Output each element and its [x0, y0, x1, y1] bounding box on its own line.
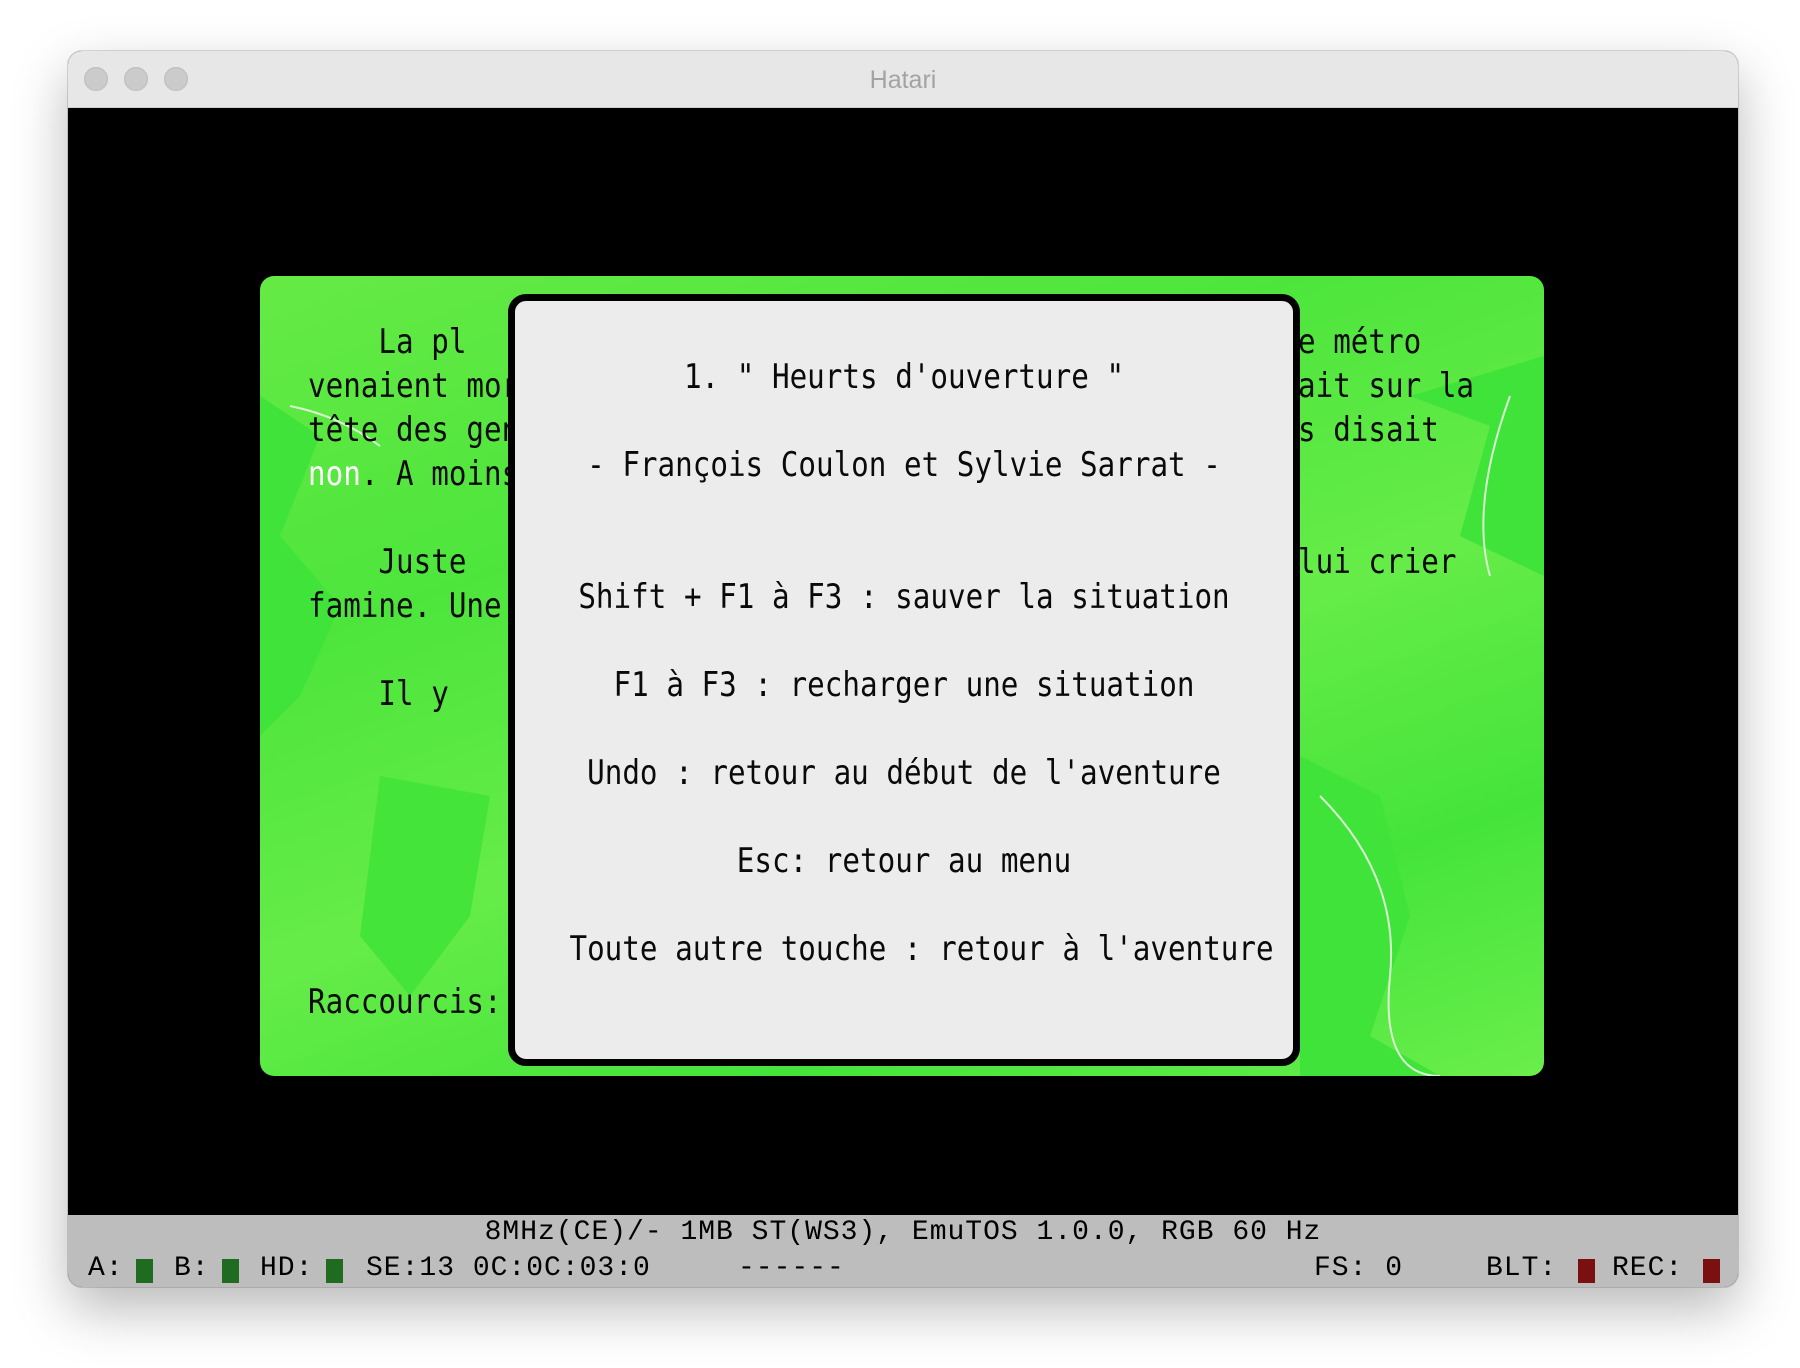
track-position: SE:13 0C:0C:03:0	[366, 1253, 651, 1284]
frame-skip: FS: 0	[1314, 1253, 1404, 1284]
shortcut-save: Shift + F1 à F3 : sauver la situation	[578, 577, 1230, 617]
background-right-line-4: lui crier	[1298, 542, 1457, 582]
background-right-line-1: e métro	[1298, 322, 1422, 362]
background-line-1: La pl	[308, 322, 467, 362]
drive-a-label: A:	[88, 1253, 124, 1284]
background-right-line-3: s disait	[1298, 410, 1439, 450]
background-line-5: Juste	[308, 542, 467, 582]
blitter-led	[1578, 1259, 1595, 1283]
emulator-screen[interactable]: La pl venaient mor tête des gen non. A m…	[68, 108, 1738, 1215]
blitter-label: BLT:	[1486, 1253, 1558, 1284]
background-line-3: tête des gen	[308, 410, 520, 450]
background-right-line-2: ait sur la	[1298, 366, 1475, 406]
background-line-4: non. A moins	[308, 454, 520, 494]
background-line-2: venaient mor	[308, 366, 520, 406]
status-dashes: ------	[738, 1253, 845, 1284]
dialog-title: 1. " Heurts d'ouverture "	[683, 357, 1125, 397]
highlighted-word[interactable]: non	[308, 454, 361, 494]
shortcut-load: F1 à F3 : recharger une situation	[613, 665, 1195, 705]
hd-label: HD:	[260, 1253, 314, 1284]
shortcut-resume: Toute autre touche : retour à l'aventure	[569, 929, 1274, 969]
drive-b-led	[222, 1259, 239, 1283]
record-led	[1703, 1259, 1720, 1283]
hatari-window: Hatari La pl venaient mor tête des gen n…	[68, 51, 1738, 1287]
shortcuts-label: Raccourcis:	[308, 982, 502, 1022]
background-line-6: famine. Une	[308, 586, 502, 626]
drive-b-label: B:	[174, 1253, 210, 1284]
shortcuts-dialog: 1. " Heurts d'ouverture " - François Cou…	[508, 294, 1300, 1066]
machine-info: 8MHz(CE)/- 1MB ST(WS3), EmuTOS 1.0.0, RG…	[484, 1217, 1322, 1248]
dialog-authors: - François Coulon et Sylvie Sarrat -	[587, 445, 1221, 485]
title-bar: Hatari	[68, 51, 1738, 108]
emulator-status-bar: 8MHz(CE)/- 1MB ST(WS3), EmuTOS 1.0.0, RG…	[68, 1215, 1738, 1287]
record-label: REC:	[1612, 1253, 1684, 1284]
shortcut-menu: Esc: retour au menu	[736, 841, 1072, 881]
window-title: Hatari	[869, 66, 937, 94]
drive-a-led	[136, 1259, 153, 1283]
hd-led	[326, 1259, 343, 1283]
shortcut-undo: Undo : retour au début de l'aventure	[587, 753, 1221, 793]
background-line-7: Il y	[308, 674, 449, 714]
